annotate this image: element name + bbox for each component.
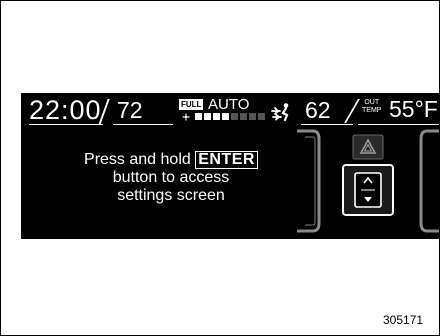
outside-temperature: 55°F	[389, 96, 438, 122]
fan-speed-segment	[213, 113, 220, 120]
clock-underline	[29, 124, 103, 125]
status-bar: 22:00 72 FULL AUTO 62 OUT TEMP 55°F	[21, 93, 439, 127]
message-line2: button to access	[112, 169, 230, 186]
fan-speed-segment	[249, 113, 256, 120]
multi-function-display: 22:00 72 FULL AUTO 62 OUT TEMP 55°F Pres…	[21, 93, 439, 239]
clock: 22:00	[29, 95, 102, 125]
separator-2	[344, 99, 360, 123]
message-line3: settings screen	[117, 187, 225, 204]
fan-speed-segment	[258, 113, 265, 120]
fan-speed-segment	[240, 113, 247, 120]
passenger-temperature: 62	[305, 97, 331, 123]
enter-key-label: ENTER	[195, 151, 258, 169]
fan-icon	[182, 113, 190, 121]
fan-speed-segment	[204, 113, 211, 120]
fan-speed-segment	[231, 113, 238, 120]
temp-left-underline	[113, 124, 173, 125]
message-prefix: Press and hold	[84, 151, 191, 168]
fan-speed-indicator	[195, 113, 265, 120]
right-vent	[419, 129, 439, 233]
out-label-line1: OUT	[364, 99, 380, 106]
outside-temp-label: OUT TEMP	[362, 99, 381, 115]
out-temp-underline	[358, 124, 439, 125]
figure-frame: 22:00 72 FULL AUTO 62 OUT TEMP 55°F Pres…	[0, 0, 440, 336]
climate-mode: AUTO	[208, 96, 250, 113]
control-panel-illustration	[297, 129, 439, 233]
fan-speed-segment	[195, 113, 202, 120]
message-line1: Press and hold ENTER	[51, 151, 291, 169]
driver-temperature: 72	[117, 97, 143, 123]
full-badge: FULL	[179, 99, 204, 110]
instruction-message: Press and hold ENTER button to access se…	[51, 151, 291, 205]
figure-number: 305171	[383, 313, 424, 327]
temp-right-underline	[301, 124, 353, 125]
fan-speed-segment	[222, 113, 229, 120]
out-label-line2: TEMP	[362, 107, 382, 114]
airflow-icon	[271, 103, 289, 122]
